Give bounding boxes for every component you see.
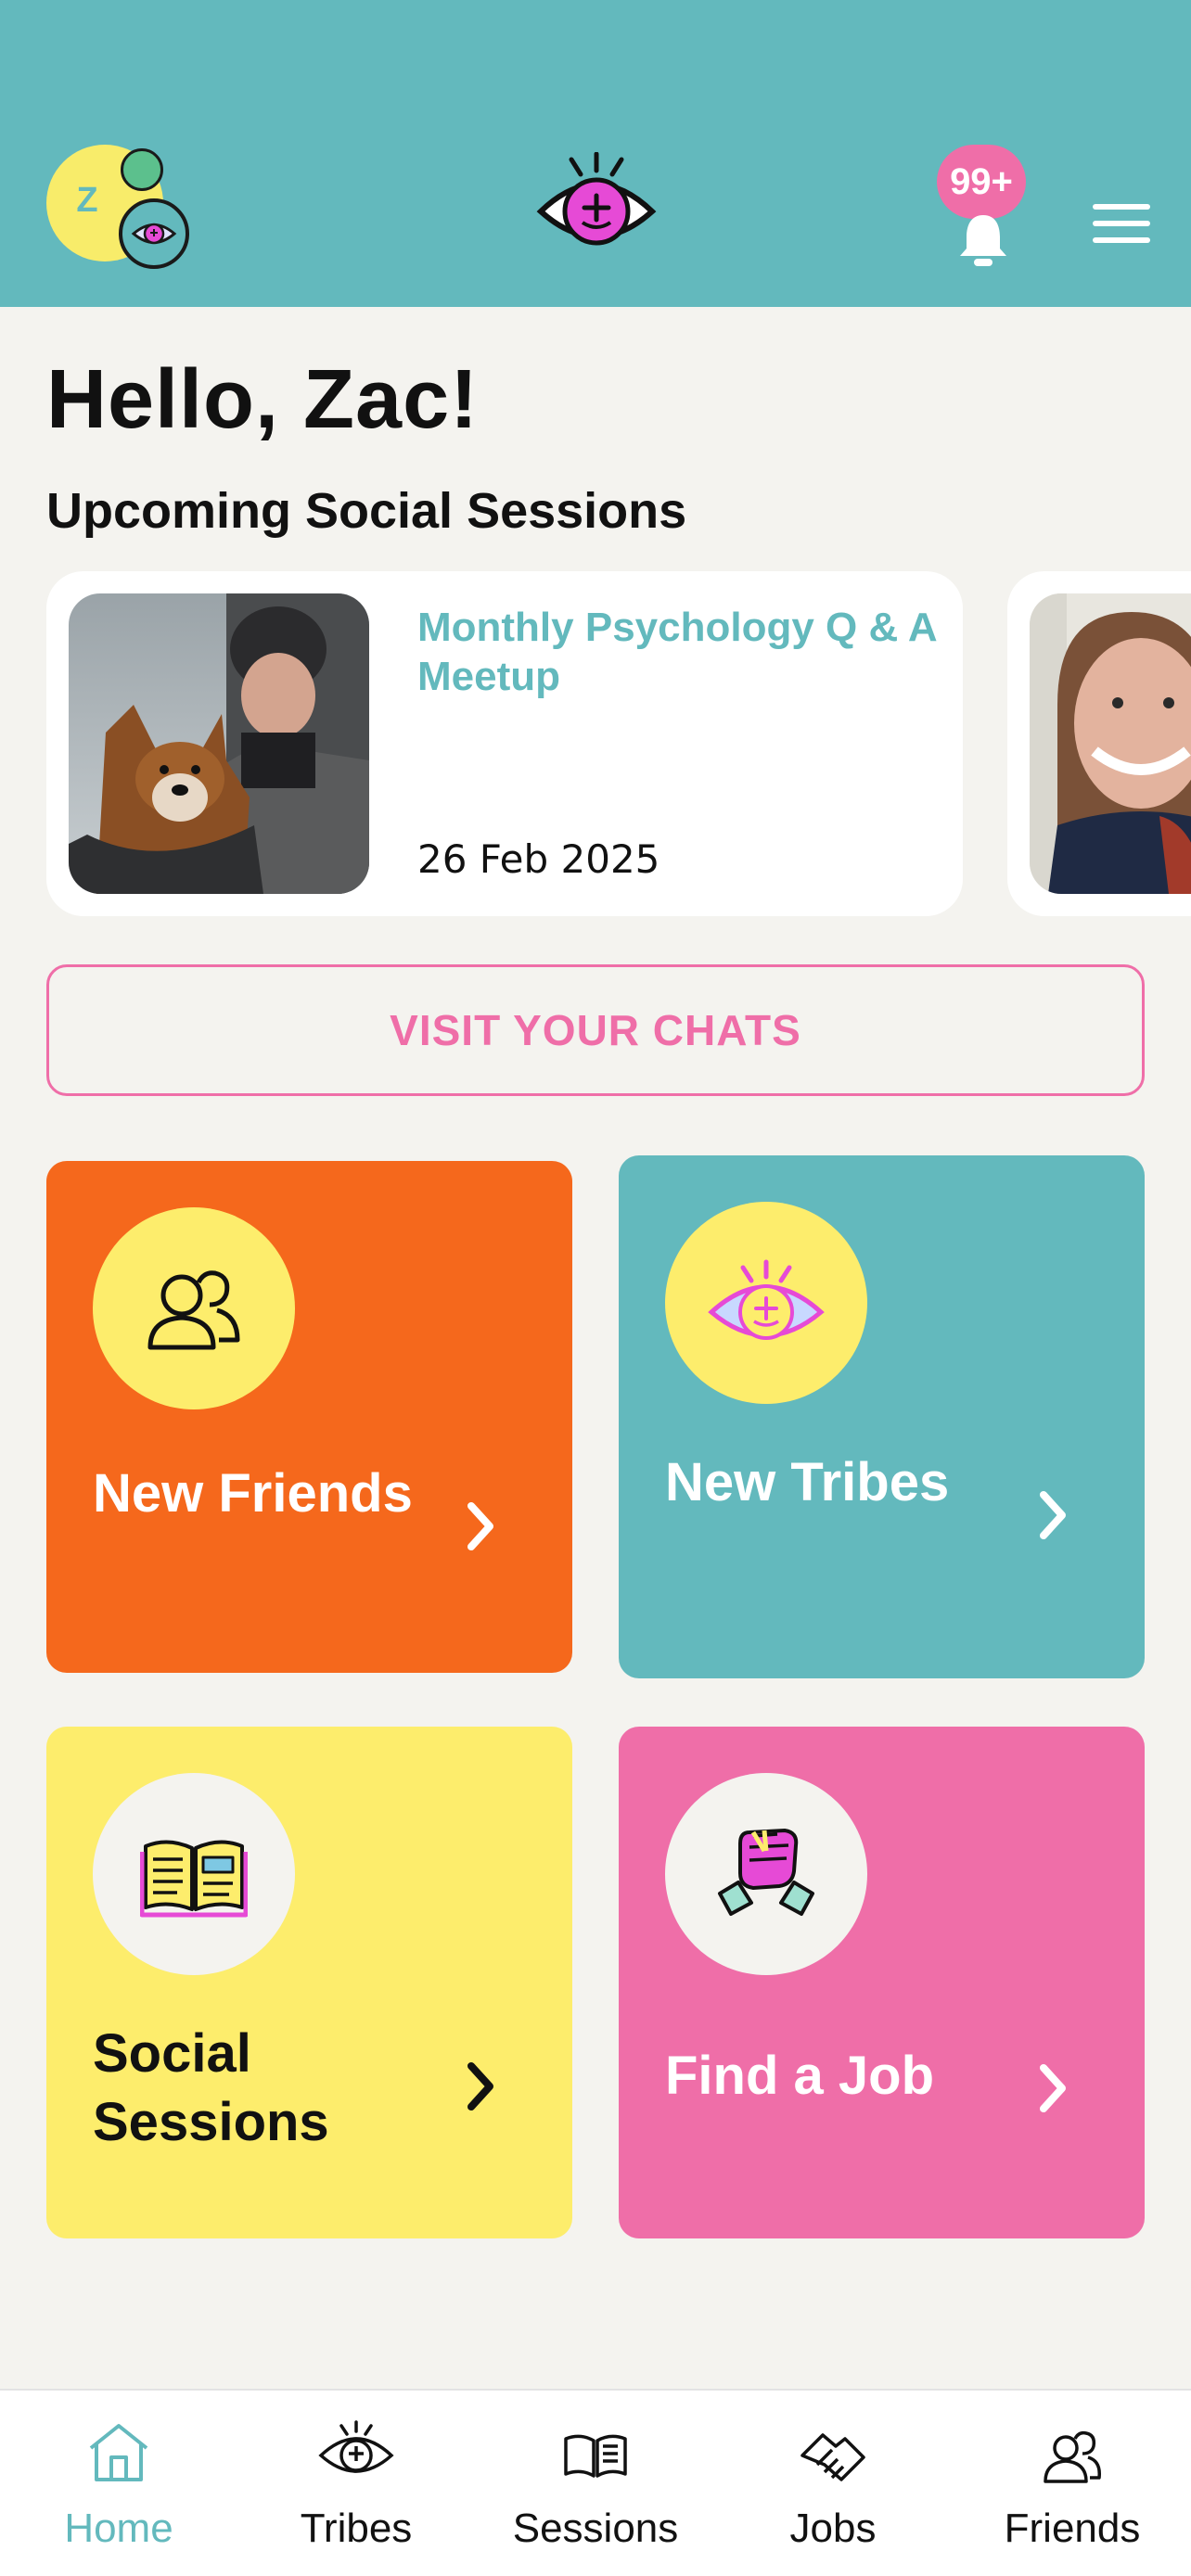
hamburger-menu-icon[interactable] [1093, 204, 1150, 247]
session-title[interactable]: Monthly Psychology Q & A Meetup [417, 603, 937, 701]
tab-jobs[interactable]: Jobs [714, 2391, 952, 2576]
visit-chats-button[interactable]: VISIT YOUR CHATS [46, 964, 1145, 1096]
home-icon [89, 2424, 148, 2481]
tile-label: New Tribes [665, 1452, 950, 1512]
app-logo-eye-icon[interactable] [536, 151, 657, 254]
online-status-dot [121, 148, 163, 191]
tab-label: Friends [1004, 2506, 1141, 2551]
tab-label: Sessions [512, 2506, 679, 2551]
book-icon [93, 1773, 295, 1975]
session-date: 26 Feb 2025 [417, 836, 660, 882]
people-icon [1044, 2430, 1101, 2483]
tile-label: Social Sessions [93, 2023, 329, 2152]
eye-icon [665, 1202, 867, 1404]
chevron-right-icon [467, 1502, 493, 1550]
upcoming-sessions-heading: Upcoming Social Sessions [46, 483, 687, 539]
chevron-right-icon [1040, 1491, 1066, 1539]
session-photo [69, 593, 369, 894]
tab-friends[interactable]: Friends [954, 2391, 1191, 2576]
tab-label: Home [64, 2506, 173, 2551]
social-sessions-tile[interactable]: Social Sessions [46, 1727, 572, 2238]
tile-label: New Friends [93, 1463, 413, 1524]
handshake-icon [800, 2433, 865, 2481]
avatar-initial: Z [76, 180, 98, 220]
tab-home[interactable]: Home [0, 2391, 237, 2576]
tab-label: Jobs [789, 2506, 877, 2551]
eye-icon [119, 198, 189, 269]
top-app-bar: Z 99+ [0, 0, 1191, 307]
find-job-tile[interactable]: Find a Job [619, 1727, 1145, 2238]
session-card[interactable] [1007, 571, 1191, 916]
chevron-right-icon [467, 2062, 493, 2111]
book-icon [564, 2434, 627, 2478]
new-friends-tile[interactable]: New Friends [46, 1161, 572, 1673]
bell-icon [960, 215, 1006, 266]
tab-sessions[interactable]: Sessions [477, 2391, 714, 2576]
people-icon [93, 1207, 295, 1409]
tab-label: Tribes [300, 2506, 413, 2551]
new-tribes-tile[interactable]: New Tribes [619, 1155, 1145, 1678]
session-photo [1030, 593, 1191, 894]
profile-avatar[interactable]: Z [46, 145, 195, 269]
greeting-title: Hello, Zac! [46, 353, 480, 446]
bottom-tab-bar: Home Tribes Sessions Jobs Friends [0, 2389, 1191, 2576]
tab-tribes[interactable]: Tribes [237, 2391, 475, 2576]
session-card[interactable]: Monthly Psychology Q & A Meetup 26 Feb 2… [46, 571, 963, 916]
chevron-right-icon [1040, 2064, 1066, 2112]
notification-badge: 99+ [937, 145, 1026, 219]
notifications-button[interactable]: 99+ [937, 139, 1030, 269]
handshake-icon [665, 1773, 867, 1975]
eye-icon [318, 2420, 394, 2473]
tile-label: Find a Job [665, 2046, 934, 2106]
